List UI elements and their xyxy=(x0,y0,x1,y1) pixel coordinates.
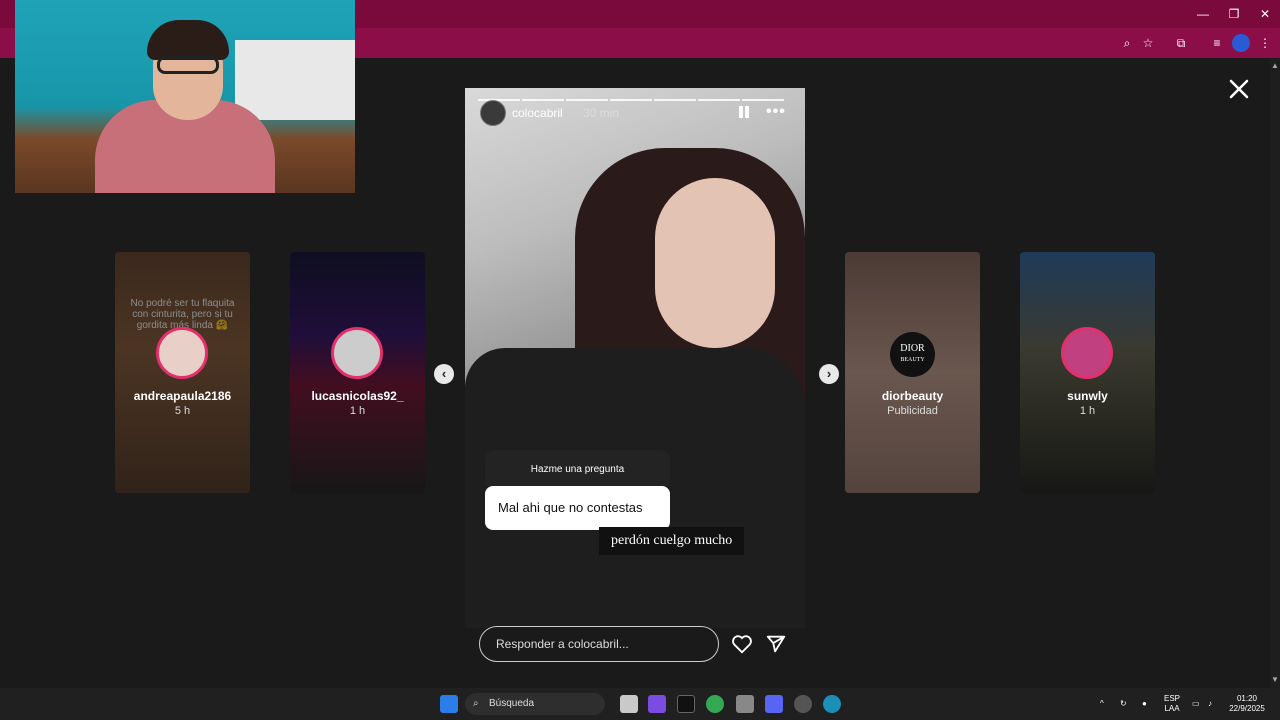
clock-time: 01:20 xyxy=(1236,694,1258,703)
story-reply-input[interactable]: Responder a colocabril... xyxy=(479,626,719,662)
calculator-icon[interactable] xyxy=(736,695,754,713)
story-username: diorbeauty xyxy=(881,389,944,403)
story-text-overlay: perdón cuelgo mucho xyxy=(599,527,745,555)
bookmark-star-icon[interactable]: ☆ xyxy=(1139,34,1157,52)
extensions-icon[interactable]: ⧉ xyxy=(1172,34,1190,52)
windows-start-icon[interactable] xyxy=(440,695,458,713)
browser-app-icon[interactable] xyxy=(823,695,841,713)
tray-chevron-icon[interactable]: ^ xyxy=(1100,699,1104,709)
scroll-up-icon[interactable]: ▲ xyxy=(1271,62,1279,70)
story-progress-bars xyxy=(478,88,792,101)
question-sticker-text: Mal ahi que no contestas xyxy=(485,486,670,530)
media-controls-icon[interactable]: ≡ xyxy=(1208,34,1226,52)
tiktok-icon[interactable] xyxy=(677,695,695,713)
story-time: 5 h xyxy=(174,405,191,417)
heart-icon[interactable] xyxy=(731,633,753,655)
story-header: colocabril 30 min ••• xyxy=(480,100,790,126)
minimize-icon[interactable]: — xyxy=(1188,4,1218,24)
active-story[interactable]: colocabril 30 min ••• Hazme una pregunta… xyxy=(465,88,805,628)
scroll-down-icon[interactable]: ▼ xyxy=(1271,676,1279,684)
story-card-diorbeauty[interactable]: DIOR BEAUTY diorbeauty Publicidad xyxy=(845,252,980,493)
microphone-icon[interactable]: ● xyxy=(1142,699,1147,709)
chevron-left-icon[interactable]: ‹ xyxy=(434,364,454,384)
taskbar-search[interactable]: ⌕ Búsqueda xyxy=(465,693,605,715)
discord-icon[interactable] xyxy=(765,695,783,713)
search-icon: ⌕ xyxy=(473,698,479,709)
webcam-glasses xyxy=(157,56,219,74)
avatar xyxy=(331,327,383,379)
avatar xyxy=(1061,327,1113,379)
browser-menu-icon[interactable]: ⋮ xyxy=(1256,34,1274,52)
language-code: ESP xyxy=(1163,694,1180,703)
page-scrollbar[interactable]: ▲ ▼ xyxy=(1270,58,1280,688)
story-time: 1 h xyxy=(349,405,366,417)
logo-text-dior: DIOR xyxy=(900,343,925,354)
story-timestamp: 30 min xyxy=(583,106,620,120)
chevron-right-icon[interactable]: › xyxy=(819,364,839,384)
story-time: 1 h xyxy=(1079,405,1096,417)
zoom-icon[interactable]: ⌕ xyxy=(1118,34,1136,52)
webcam-overlay xyxy=(15,0,355,193)
profile-avatar-icon[interactable] xyxy=(1232,34,1250,52)
dior-logo: DIOR BEAUTY xyxy=(890,332,935,377)
story-author-avatar[interactable] xyxy=(480,100,506,126)
story-username: andreapaula2186 xyxy=(133,389,232,403)
story-username: lucasnicolas92_ xyxy=(311,389,404,403)
copilot-icon[interactable] xyxy=(648,695,666,713)
volume-icon[interactable]: ♪ xyxy=(1208,699,1212,709)
clock-date: 22/9/2025 xyxy=(1229,704,1265,713)
question-sticker: Hazme una pregunta Mal ahi que no contes… xyxy=(485,450,670,530)
network-icon[interactable]: ▭ xyxy=(1192,699,1200,709)
steam-icon[interactable] xyxy=(794,695,812,713)
story-username: sunwly xyxy=(1067,389,1108,403)
keyboard-layout: LAA xyxy=(1164,704,1180,713)
system-clock[interactable]: 01:20 22/9/2025 xyxy=(1228,694,1266,714)
avatar xyxy=(156,327,208,379)
question-sticker-header: Hazme una pregunta xyxy=(485,450,670,486)
logo-text-beauty: BEAUTY xyxy=(900,357,925,363)
windows-taskbar: ⌕ Búsqueda ^ ↻ ● ESP LAA ▭ ♪ 01:20 22/9/… xyxy=(0,688,1280,720)
task-view-icon[interactable] xyxy=(620,695,638,713)
taskbar-search-label: Búsqueda xyxy=(489,698,535,709)
story-sponsored-label: Publicidad xyxy=(887,405,938,417)
tray-sync-icon[interactable]: ↻ xyxy=(1120,699,1127,709)
webcam-hair xyxy=(147,20,229,60)
language-indicator[interactable]: ESP LAA xyxy=(1160,694,1184,714)
story-card-andreapaula2186[interactable]: No podré ser tu flaquita con cinturita, … xyxy=(115,252,250,493)
chrome-icon[interactable] xyxy=(706,695,724,713)
story-card-sunwly[interactable]: sunwly 1 h xyxy=(1020,252,1155,493)
window-close-icon[interactable]: ✕ xyxy=(1250,4,1280,24)
send-icon[interactable] xyxy=(765,633,787,655)
story-card-lucasnicolas92[interactable]: lucasnicolas92_ 1 h xyxy=(290,252,425,493)
story-image-face xyxy=(655,178,775,348)
webcam-person xyxy=(95,20,275,193)
story-author-username[interactable]: colocabril xyxy=(512,106,563,120)
maximize-icon[interactable]: ❐ xyxy=(1219,4,1249,24)
pause-icon[interactable] xyxy=(736,104,752,120)
more-icon[interactable]: ••• xyxy=(766,104,786,120)
close-icon[interactable] xyxy=(1228,78,1250,100)
